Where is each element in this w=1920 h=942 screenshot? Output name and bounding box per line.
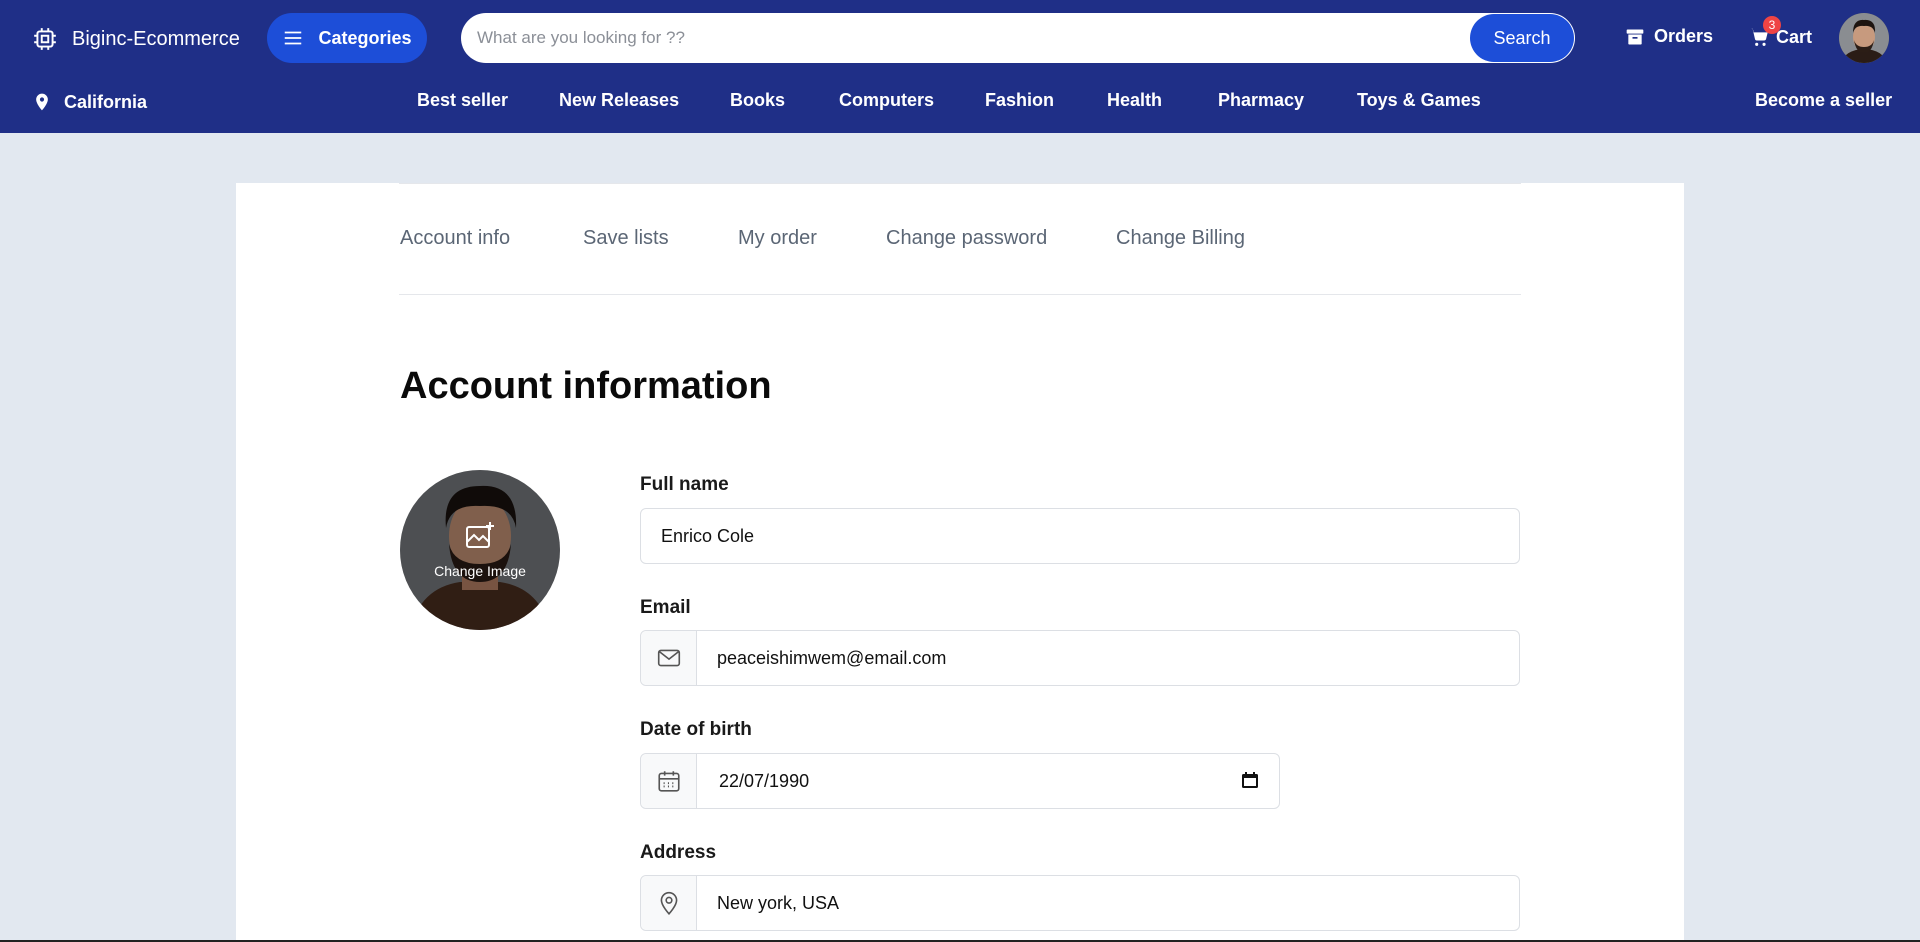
top-navbar: Biginc-Ecommerce Categories Search Order…: [0, 0, 1920, 133]
cart-label: Cart: [1776, 26, 1813, 47]
become-seller-link[interactable]: Become a seller: [1755, 78, 1892, 122]
brand-logo[interactable]: Biginc-Ecommerce: [32, 24, 240, 54]
search-bar: Search: [461, 13, 1575, 63]
menu-icon: [285, 31, 302, 45]
nav-fashion[interactable]: Fashion: [985, 78, 1054, 122]
tabs-divider: [399, 294, 1521, 295]
add-image-icon: [466, 522, 494, 548]
nav-new-releases[interactable]: New Releases: [559, 78, 679, 122]
cart-link[interactable]: 3 Cart: [1748, 16, 1813, 48]
brand-name: Biginc-Ecommerce: [72, 27, 240, 50]
nav-pharmacy[interactable]: Pharmacy: [1218, 78, 1304, 122]
full-name-field: [640, 508, 1520, 564]
full-name-label: Full name: [640, 474, 729, 495]
user-photo: [1839, 13, 1889, 63]
navbar-main-row: Biginc-Ecommerce Categories Search Order…: [0, 0, 1920, 78]
calendar-icon: [657, 771, 680, 792]
archive-box-icon: [1626, 29, 1644, 44]
nav-books[interactable]: Books: [730, 78, 785, 122]
location-pin-outline-icon: [660, 891, 677, 916]
nav-health[interactable]: Health: [1107, 78, 1162, 122]
page-title: Account information: [400, 365, 772, 407]
tab-change-billing[interactable]: Change Billing: [1116, 227, 1245, 250]
dob-input[interactable]: [719, 754, 1219, 808]
search-input[interactable]: [477, 13, 1477, 63]
chip-icon: [34, 28, 56, 50]
search-button[interactable]: Search: [1470, 14, 1574, 62]
tab-account-info[interactable]: Account info: [400, 227, 510, 250]
date-picker-icon[interactable]: [1241, 771, 1259, 789]
categories-label: Categories: [318, 27, 412, 48]
dob-addon: [641, 754, 697, 808]
address-input[interactable]: [717, 876, 1497, 930]
nav-toys-games[interactable]: Toys & Games: [1357, 78, 1481, 122]
user-avatar[interactable]: [1839, 13, 1889, 63]
orders-link[interactable]: Orders: [1625, 26, 1713, 47]
cart-count-badge: 3: [1763, 16, 1781, 34]
nav-best-seller[interactable]: Best seller: [417, 78, 508, 122]
tab-save-lists[interactable]: Save lists: [583, 227, 669, 250]
email-input[interactable]: [717, 631, 1497, 685]
location-label: California: [64, 91, 148, 112]
full-name-input[interactable]: [661, 509, 1501, 563]
dob-field: [640, 753, 1280, 809]
dob-label: Date of birth: [640, 719, 752, 740]
categories-button[interactable]: Categories: [267, 13, 427, 63]
email-field: [640, 630, 1520, 686]
envelope-icon: [657, 649, 680, 667]
tab-change-password[interactable]: Change password: [886, 227, 1047, 250]
location-pin-icon: [36, 93, 48, 111]
nav-computers[interactable]: Computers: [839, 78, 934, 122]
tabs-top-divider: [399, 183, 1521, 184]
email-label: Email: [640, 597, 691, 618]
address-addon: [641, 876, 697, 930]
email-addon: [641, 631, 697, 685]
tab-my-order[interactable]: My order: [738, 227, 817, 250]
address-field: [640, 875, 1520, 931]
change-image-label[interactable]: Change Image: [400, 563, 560, 579]
navbar-secondary-row: California Best seller New Releases Book…: [0, 78, 1920, 133]
address-label: Address: [640, 842, 717, 863]
location-selector[interactable]: California: [32, 91, 147, 113]
orders-label: Orders: [1654, 26, 1714, 46]
